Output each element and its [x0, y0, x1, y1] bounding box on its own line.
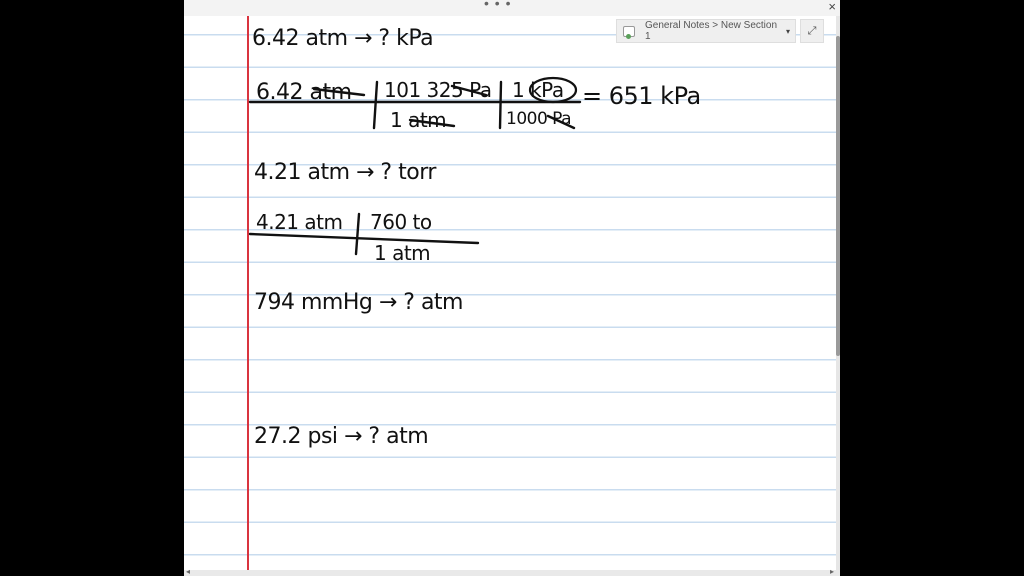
- problem-4-line: 27.2 psi → ? atm: [254, 424, 429, 449]
- breadcrumb-text[interactable]: General Notes > New Section 1: [641, 20, 781, 42]
- drag-handle-icon[interactable]: • • •: [484, 0, 511, 11]
- vertical-scroll-thumb[interactable]: [836, 36, 840, 356]
- problem-3-line: 794 mmHg → ? atm: [254, 290, 463, 315]
- p1-denominator-3: 1000 Pa: [506, 109, 572, 129]
- scroll-right-icon[interactable]: ▸: [830, 567, 834, 576]
- notebook-breadcrumb[interactable]: General Notes > New Section 1 ▾: [616, 19, 796, 43]
- chevron-down-icon[interactable]: ▾: [781, 27, 795, 36]
- p1-numerator-3: 1 kPa: [512, 78, 564, 102]
- vertical-scrollbar[interactable]: [836, 16, 840, 570]
- close-icon[interactable]: ×: [828, 0, 836, 14]
- p2-numerator-1: 4.21 atm: [256, 210, 343, 234]
- problem-2-line: 4.21 atm → ? torr: [254, 160, 436, 185]
- expand-icon: ⤢: [807, 24, 817, 37]
- fraction-bar-2: [248, 232, 480, 245]
- p1-denominator-2: 1 atm: [390, 108, 447, 132]
- onenote-window: • • • × 6.42 atm → ? kPa 6.42 atm 101 32…: [184, 0, 840, 576]
- horizontal-scrollbar[interactable]: ◂ ▸: [184, 567, 840, 576]
- separator-1a: [372, 80, 379, 130]
- problem-1-line: 6.42 atm → ? kPa: [252, 26, 434, 51]
- expand-button[interactable]: ⤢: [800, 19, 824, 43]
- p1-result: = 651 kPa: [582, 82, 701, 110]
- p2-numerator-2: 760 to: [370, 210, 432, 234]
- separator-2: [354, 212, 361, 256]
- scroll-left-icon[interactable]: ◂: [186, 567, 190, 576]
- notebook-icon: [623, 25, 635, 39]
- separator-1b: [498, 80, 503, 130]
- p2-denominator-2: 1 atm: [374, 241, 431, 265]
- note-page[interactable]: 6.42 atm → ? kPa 6.42 atm 101 325 Pa 1 k…: [184, 16, 836, 570]
- p1-numerator-2: 101 325 Pa: [384, 78, 492, 102]
- p1-numerator-1: 6.42 atm: [256, 80, 352, 105]
- title-bar[interactable]: • • • ×: [184, 0, 840, 16]
